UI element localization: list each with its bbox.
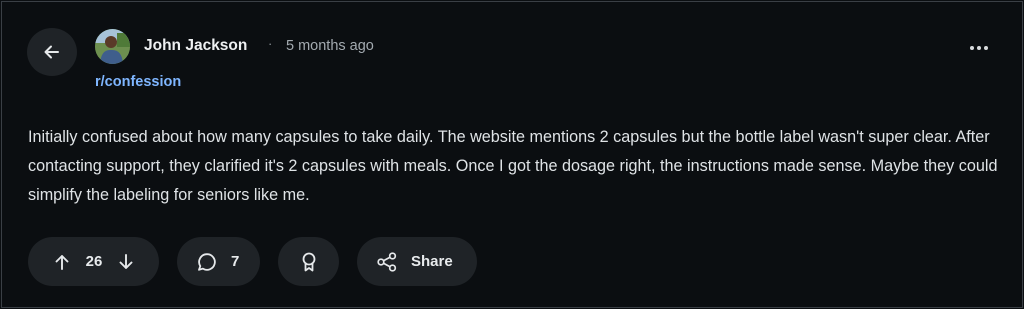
arrow-left-icon: [44, 45, 59, 59]
post-time: 5 months ago: [286, 38, 374, 54]
comment-count: 7: [231, 253, 240, 270]
post-card: John Jackson · 5 months ago r/confession…: [1, 1, 1023, 308]
upvote-button[interactable]: [42, 253, 82, 271]
back-button[interactable]: [27, 28, 77, 76]
arrow-down-icon: [119, 253, 133, 269]
award-ribbon-icon: [302, 252, 315, 271]
share-label: Share: [411, 253, 453, 270]
dot-icon: [984, 46, 988, 50]
dot-icon: [977, 46, 981, 50]
more-options-button[interactable]: [964, 38, 994, 58]
author-name[interactable]: John Jackson: [144, 37, 247, 55]
vote-group: 26: [28, 237, 159, 286]
community-link[interactable]: r/confession: [95, 74, 181, 90]
award-button[interactable]: [278, 237, 339, 286]
comments-button[interactable]: 7: [177, 237, 260, 286]
three-dots-icon: [970, 46, 974, 50]
speech-bubble-icon: [198, 252, 216, 271]
downvote-button[interactable]: [106, 253, 146, 271]
avatar-image: [95, 29, 130, 64]
arrow-up-icon: [55, 254, 69, 270]
avatar[interactable]: [95, 29, 130, 64]
meta-separator: ·: [268, 36, 273, 51]
vote-count: 26: [85, 253, 103, 270]
post-body: Initially confused about how many capsul…: [28, 128, 998, 204]
share-button[interactable]: Share: [357, 237, 477, 286]
share-nodes-icon: [377, 251, 397, 272]
